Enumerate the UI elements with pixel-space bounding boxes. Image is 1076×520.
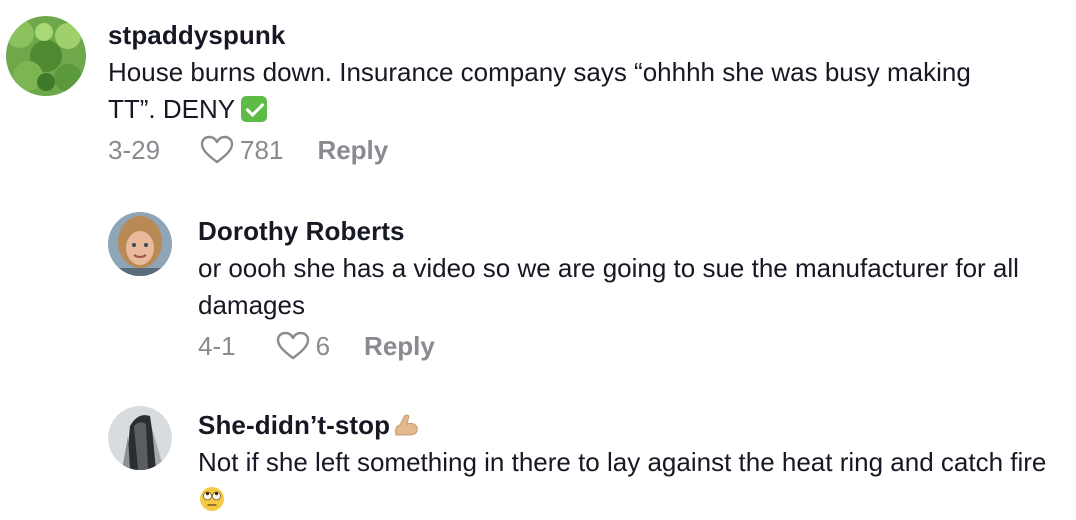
comment-text: or oooh she has a video so we are going … <box>198 253 1019 320</box>
horse-avatar-icon <box>108 406 172 470</box>
avatar[interactable] <box>108 212 172 276</box>
comment-username[interactable]: Dorothy Roberts <box>198 216 1058 246</box>
comment-date: 3-29 <box>108 134 161 165</box>
avatar[interactable] <box>108 406 172 470</box>
check-mark-emoji-icon <box>241 96 268 122</box>
like-button[interactable]: 6 <box>276 331 330 362</box>
comment-username[interactable]: She-didn’t-stop <box>198 410 1058 440</box>
shamrock-avatar-icon <box>6 16 86 96</box>
comment-thread: stpaddyspunk House burns down. Insurance… <box>0 0 1076 520</box>
like-count: 6 <box>315 330 331 361</box>
heart-icon[interactable] <box>276 331 310 361</box>
like-count: 781 <box>240 134 284 165</box>
woman-portrait-avatar-icon <box>108 212 172 276</box>
like-button[interactable]: 781 <box>200 135 283 166</box>
comment-meta: 4-1 6 Reply <box>198 328 1058 364</box>
comment-item: stpaddyspunk House burns down. Insurance… <box>6 16 1008 168</box>
comment-meta: 3-29 781 Reply <box>108 132 1008 168</box>
comment-text: House burns down. Insurance company says… <box>108 54 1008 128</box>
comment-username[interactable]: stpaddyspunk <box>108 20 1008 50</box>
reply-comment-item: Dorothy Roberts or oooh she has a video … <box>108 212 1058 364</box>
comment-text-content: House burns down. Insurance company says… <box>108 57 971 124</box>
reply-button[interactable]: Reply <box>317 135 388 166</box>
comment-text-content: Not if she left something in there to la… <box>198 447 1047 477</box>
heart-icon[interactable] <box>200 135 234 165</box>
reply-comment-item: She-didn’t-stop Not if she left somethin… <box>108 406 1058 518</box>
comment-text: Not if she left something in there to la… <box>198 444 1058 518</box>
reply-button[interactable]: Reply <box>364 331 435 362</box>
flexed-biceps-emoji-icon <box>395 414 418 436</box>
comment-username-text: She-didn’t-stop <box>198 410 391 440</box>
eye-roll-emoji-icon <box>200 487 224 511</box>
avatar[interactable] <box>6 16 86 96</box>
comment-date: 4-1 <box>198 330 236 361</box>
